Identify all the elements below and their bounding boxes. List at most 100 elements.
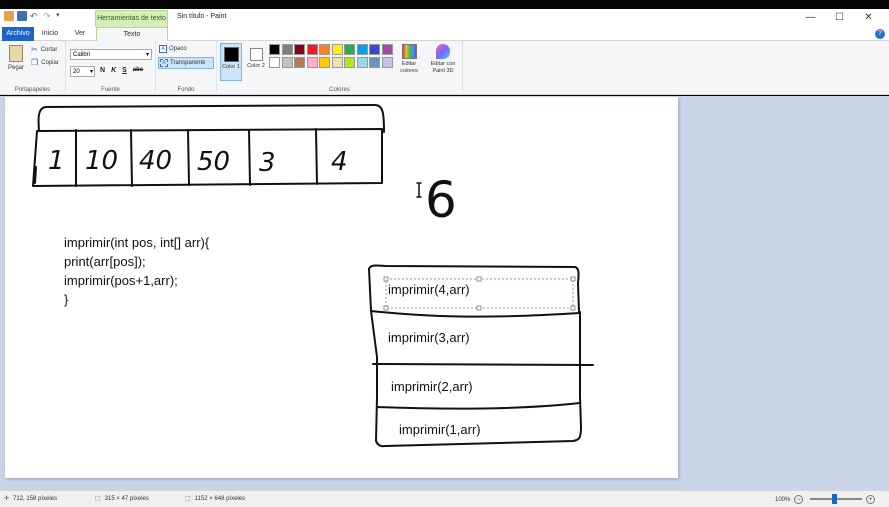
- group-label-background: Fondo: [177, 87, 195, 93]
- maximize-button[interactable]: ☐: [825, 10, 854, 26]
- edit-colors-button[interactable]: Editar colores: [397, 44, 421, 75]
- stack-divider: [372, 363, 594, 366]
- stack-frame-text: imprimir(3,arr): [388, 330, 470, 345]
- array-divider: [315, 128, 318, 185]
- color-swatch[interactable]: [381, 44, 393, 55]
- edit-paint3d-button[interactable]: Editar con Paint 3D: [424, 44, 462, 75]
- font-size-select[interactable]: 20 ▾: [70, 66, 95, 77]
- undo-icon[interactable]: ↶: [30, 11, 40, 21]
- transparent-button[interactable]: A Transparente: [158, 57, 214, 69]
- color-swatch[interactable]: [319, 44, 330, 55]
- color-swatch[interactable]: [344, 44, 355, 55]
- paste-button[interactable]: Pegar: [4, 45, 28, 71]
- tab-inicio[interactable]: Inicio: [36, 27, 64, 41]
- code-line: print(arr[pos]);: [64, 254, 146, 269]
- color-swatch[interactable]: [269, 44, 280, 55]
- stack-frame-text: imprimir(1,arr): [399, 422, 481, 437]
- cursor-position: ✛ 712, 158 píxeles: [4, 495, 57, 503]
- save-icon[interactable]: [17, 11, 27, 21]
- color-swatch[interactable]: [294, 44, 305, 55]
- title-bar: ↶ ↷ ▾ Herramientas de texto Sin título -…: [0, 9, 889, 27]
- color-swatch[interactable]: [331, 44, 343, 55]
- color-swatch[interactable]: [356, 44, 368, 55]
- color-palette: [269, 44, 396, 70]
- color1-label: Color 1: [222, 64, 240, 70]
- color-swatch[interactable]: [344, 57, 355, 68]
- group-label-colors: Colores: [329, 87, 350, 93]
- redo-icon[interactable]: ↷: [43, 11, 53, 21]
- tab-archivo[interactable]: Archivo: [2, 27, 34, 41]
- code-line: imprimir(pos+1,arr);: [64, 273, 178, 288]
- array-divider: [248, 129, 251, 186]
- drawing-canvas[interactable]: 1 10 40 50 3 4 6 imprimir(int pos, int[]…: [5, 97, 678, 478]
- zoom-in-button[interactable]: +: [866, 495, 875, 504]
- cut-label: Cortar: [40, 46, 58, 53]
- strikethrough-button[interactable]: abc: [133, 67, 143, 74]
- group-font: Calibri ▾ 20 ▾ N K S abc Fuente: [66, 41, 156, 95]
- tab-ver[interactable]: Ver: [66, 27, 94, 41]
- opaque-button[interactable]: A Opaco: [159, 45, 187, 53]
- color1-button[interactable]: Color 1: [220, 43, 242, 81]
- array-length-value: 6: [425, 171, 457, 229]
- zoom-slider-thumb[interactable]: [832, 494, 837, 504]
- color-swatch[interactable]: [369, 44, 380, 55]
- ribbon: Pegar ✂ Cortar ❐ Copiar Portapapeles Cal…: [0, 41, 889, 95]
- canvas-size: ⬚ 1152 × 648 píxeles: [185, 495, 245, 503]
- group-background: A Opaco A Transparente Fondo: [156, 41, 217, 95]
- stack-divider: [370, 310, 581, 318]
- code-block: imprimir(int pos, int[] arr){ print(arr[…: [64, 233, 209, 309]
- paint-app-icon[interactable]: [4, 11, 14, 21]
- color-swatch[interactable]: [281, 57, 293, 68]
- help-icon[interactable]: ?: [875, 29, 885, 39]
- array-value: 40: [139, 146, 172, 176]
- opaque-icon: A: [159, 45, 167, 53]
- close-button[interactable]: ✕: [854, 10, 883, 26]
- array-value: 1: [48, 146, 65, 176]
- transparent-icon: A: [160, 59, 168, 67]
- color-swatch[interactable]: [294, 57, 305, 68]
- color-swatch[interactable]: [281, 44, 293, 55]
- chevron-down-icon: ▾: [89, 69, 93, 75]
- zoom-in-icon[interactable]: +: [866, 495, 875, 504]
- color-swatch[interactable]: [306, 57, 318, 68]
- underline-button[interactable]: S: [122, 67, 127, 74]
- color-swatch[interactable]: [306, 44, 318, 55]
- chevron-down-icon: ▾: [145, 52, 149, 58]
- stack-frame-text[interactable]: imprimir(4,arr): [388, 282, 470, 297]
- color-swatch[interactable]: [369, 57, 380, 68]
- group-label-font: Fuente: [101, 87, 120, 93]
- color-swatch[interactable]: [331, 57, 343, 68]
- tab-texto[interactable]: Texto: [96, 27, 168, 41]
- array-value: 10: [85, 146, 118, 176]
- screen-top-edge: [0, 0, 889, 9]
- crosshair-icon: ✛: [4, 496, 10, 502]
- transparent-label: Transparente: [170, 60, 206, 66]
- canvas-size-icon: ⬚: [185, 496, 191, 502]
- window-controls: — ☐ ✕: [796, 10, 883, 26]
- paint3d-icon: [436, 44, 450, 59]
- copy-button[interactable]: ❐ Copiar: [31, 58, 59, 67]
- color-swatch[interactable]: [356, 57, 368, 68]
- edit-colors-label: Editar colores: [400, 61, 418, 74]
- color-swatch[interactable]: [319, 57, 330, 68]
- minimize-button[interactable]: —: [796, 10, 825, 26]
- zoom-level-text: 100%: [775, 496, 791, 503]
- italic-button[interactable]: K: [111, 67, 116, 74]
- customize-qat-icon[interactable]: ▾: [56, 11, 66, 21]
- array-bracket: [37, 104, 385, 133]
- canvas-area: 1 10 40 50 3 4 6 imprimir(int pos, int[]…: [0, 96, 889, 490]
- array-divider: [130, 129, 133, 187]
- color-swatch[interactable]: [269, 57, 280, 68]
- color-swatch[interactable]: [381, 57, 393, 68]
- array-left-mark: [34, 166, 37, 184]
- array-value: 3: [259, 148, 276, 178]
- code-line: }: [64, 292, 69, 307]
- ribbon-tabs: Archivo Inicio Ver Texto ?: [0, 27, 889, 41]
- font-family-select[interactable]: Calibri ▾: [70, 49, 152, 60]
- selection-size-text: 315 × 47 píxeles: [104, 495, 149, 502]
- canvas-background-right: [678, 96, 889, 490]
- cut-button[interactable]: ✂ Cortar: [31, 45, 57, 54]
- color2-button[interactable]: Color 2: [245, 43, 267, 81]
- bold-button[interactable]: N: [100, 67, 105, 74]
- zoom-out-icon[interactable]: −: [794, 495, 804, 504]
